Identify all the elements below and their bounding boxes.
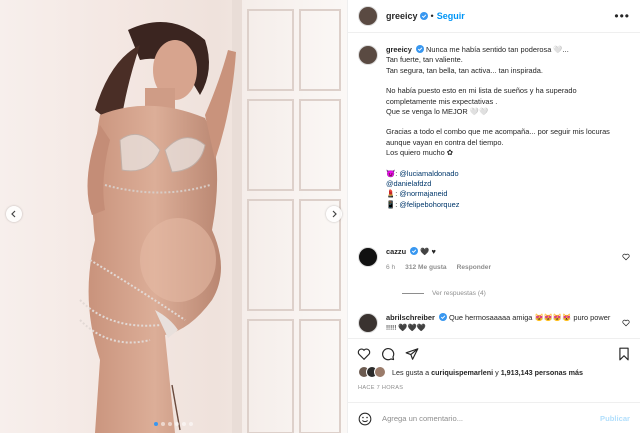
heart-icon[interactable] (622, 319, 630, 327)
comment-likes[interactable]: 312 Me gusta (405, 263, 446, 273)
caption-line: Los quiero mucho ✿ (386, 148, 453, 158)
follow-button[interactable]: Seguir (437, 11, 465, 21)
mention-link[interactable]: @felipebohorquez (399, 200, 459, 209)
comment-body: cazzu 🖤 ♥ 6 h 312 Me gusta Responder (386, 247, 616, 274)
credit-emoji: 😈: (386, 168, 398, 178)
comment: abrilschreiber Que hermosaaaaa amiga 😻😻😻… (348, 313, 640, 334)
mention-link[interactable]: @normajaneid (399, 189, 447, 198)
credit-line: 💄: @normajaneid (386, 189, 621, 199)
author-username[interactable]: greeicy (386, 11, 418, 21)
mention-link[interactable]: @luciamaldonado (399, 169, 458, 178)
avatar[interactable] (358, 45, 378, 65)
comment: cazzu 🖤 ♥ 6 h 312 Me gusta Responder (348, 247, 640, 274)
likes-joiner: y (495, 367, 499, 377)
emoji-icon[interactable] (358, 412, 372, 426)
heart-icon[interactable] (357, 347, 371, 361)
more-options-icon[interactable]: ••• (614, 9, 630, 23)
credit-line: 😈: @luciamaldonado (386, 169, 621, 179)
likes-user-link[interactable]: curiquispemarleni (431, 368, 493, 377)
previous-photo-button[interactable] (6, 206, 22, 222)
caption-line: Que se venga lo MEJOR 🤍🤍 (386, 107, 489, 117)
verified-icon (419, 12, 428, 20)
carousel-indicator (0, 422, 347, 426)
mention-link[interactable]: @danielafdzd (386, 179, 431, 188)
caption-text: greeicy Nunca me había sentido tan poder… (386, 45, 621, 210)
caption-line: Nunca me había sentido tan poderosa 🤍... (426, 45, 569, 54)
publish-button[interactable]: Publicar (600, 414, 630, 423)
comment-text: 🖤 ♥ (420, 247, 436, 256)
caption-line: Tan fuerte, tan valiente. (386, 55, 463, 65)
comment-icon[interactable] (381, 347, 395, 361)
caption-gap (386, 117, 621, 127)
caption-gap (386, 159, 621, 169)
caption-line: aunque vayan en contra del tiempo. (386, 137, 504, 147)
comment-body: abrilschreiber Que hermosaaaaa amiga 😻😻😻… (386, 313, 616, 334)
next-photo-button[interactable] (326, 206, 342, 222)
comment-username[interactable]: cazzu (386, 247, 406, 256)
heart-icon[interactable] (622, 253, 630, 261)
post-modal: greeicy • Seguir ••• greeicy Nunca me ha… (0, 0, 640, 433)
credit-emoji: 💄: (386, 189, 398, 199)
carousel-dot (175, 422, 179, 426)
credit-line: @danielafdzd (386, 179, 621, 189)
chevron-left-icon (11, 210, 16, 218)
caption-line: Gracias a todo el combo que me acompaña.… (386, 127, 610, 137)
caption-line: Tan segura, tan bella, tan activa... tan… (386, 65, 543, 75)
post-photo[interactable] (0, 0, 347, 433)
comment-input[interactable] (380, 413, 584, 424)
comment-meta: 6 h 312 Me gusta Responder (386, 263, 616, 273)
caption: greeicy Nunca me había sentido tan poder… (348, 33, 640, 210)
avatar[interactable] (358, 313, 378, 333)
likes-count-link[interactable]: 1,913,143 personas más (501, 368, 583, 377)
post-side-panel: greeicy • Seguir ••• greeicy Nunca me ha… (347, 0, 640, 433)
caption-gap (386, 76, 621, 86)
action-bar (348, 338, 640, 365)
add-comment-bar: Publicar (348, 402, 640, 434)
carousel-dot (189, 422, 193, 426)
separator-dot: • (430, 11, 434, 21)
chevron-right-icon (332, 210, 337, 218)
caption-username[interactable]: greeicy (386, 45, 412, 54)
post-timestamp[interactable]: HACE 7 HORAS (358, 385, 403, 391)
carousel-dot (182, 422, 186, 426)
caption-line: No había puesto esto en mi lista de sueñ… (386, 86, 577, 96)
post-header: greeicy • Seguir ••• (348, 0, 640, 33)
likes-prefix: Les gusta a (392, 367, 430, 377)
avatar[interactable] (358, 247, 378, 267)
replies-line (402, 293, 424, 294)
carousel-dot (154, 422, 158, 426)
comment-username[interactable]: abrilschreiber (386, 313, 435, 322)
carousel-dot (168, 422, 172, 426)
view-replies-label: Ver respuestas (4) (432, 290, 486, 297)
share-icon[interactable] (405, 347, 419, 361)
credit-line: 📱: @felipebohorquez (386, 200, 621, 210)
caption-line: completamente mis expectativas . (386, 96, 498, 106)
avatar[interactable] (358, 6, 378, 26)
view-replies-button[interactable]: Ver respuestas (4) (402, 290, 486, 297)
verified-icon (415, 45, 424, 53)
avatar (374, 366, 386, 378)
likes-summary: Les gusta a curiquispemarleni y 1,913,14… (358, 366, 630, 378)
reply-button[interactable]: Responder (457, 263, 491, 273)
bookmark-icon[interactable] (617, 347, 631, 361)
likes-text: Les gusta a curiquispemarleni y 1,913,14… (392, 368, 583, 377)
carousel-dot (161, 422, 165, 426)
credit-emoji: 📱: (386, 199, 398, 209)
photo-illustration (79, 0, 347, 433)
verified-icon (410, 247, 419, 255)
comments-list[interactable]: greeicy Nunca me había sentido tan poder… (348, 33, 640, 336)
comment-time: 6 h (386, 264, 396, 272)
verified-icon (438, 313, 447, 321)
